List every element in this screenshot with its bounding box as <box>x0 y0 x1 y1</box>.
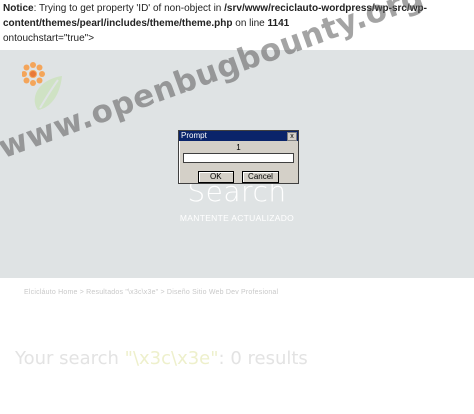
notice-trailing-markup: ontouchstart="true"> <box>3 33 95 44</box>
results-count: : 0 results <box>218 348 308 369</box>
prompt-dialog: Prompt x 1 OK Cancel <box>178 130 299 184</box>
results-query: "\x3c\x3e" <box>124 348 219 369</box>
notice-text-line: on line <box>232 18 268 29</box>
dialog-buttons: OK Cancel <box>179 166 298 184</box>
dialog-titlebar[interactable]: Prompt x <box>179 131 298 141</box>
notice-line-number: 1141 <box>267 18 290 29</box>
breadcrumb[interactable]: Elcicláuto Home > Resultados "\x3c\x3e" … <box>24 289 278 296</box>
notice-text: : Trying to get property 'ID' of non-obj… <box>33 3 225 14</box>
page-subtitle: MANTENTE ACTUALIZADO <box>179 213 295 223</box>
close-icon[interactable]: x <box>287 132 297 141</box>
cancel-button[interactable]: Cancel <box>242 171 279 183</box>
search-results-heading: Your search "\x3c\x3e": 0 results <box>15 348 308 369</box>
leaf-logo-icon[interactable] <box>22 60 64 112</box>
dialog-message: 1 <box>236 143 241 152</box>
php-notice: Notice: Trying to get property 'ID' of n… <box>3 1 471 46</box>
ok-button[interactable]: OK <box>198 171 234 183</box>
prompt-input[interactable] <box>183 153 294 163</box>
results-prefix: Your search <box>15 348 125 369</box>
dialog-title: Prompt <box>181 131 207 140</box>
notice-label: Notice <box>3 3 34 14</box>
